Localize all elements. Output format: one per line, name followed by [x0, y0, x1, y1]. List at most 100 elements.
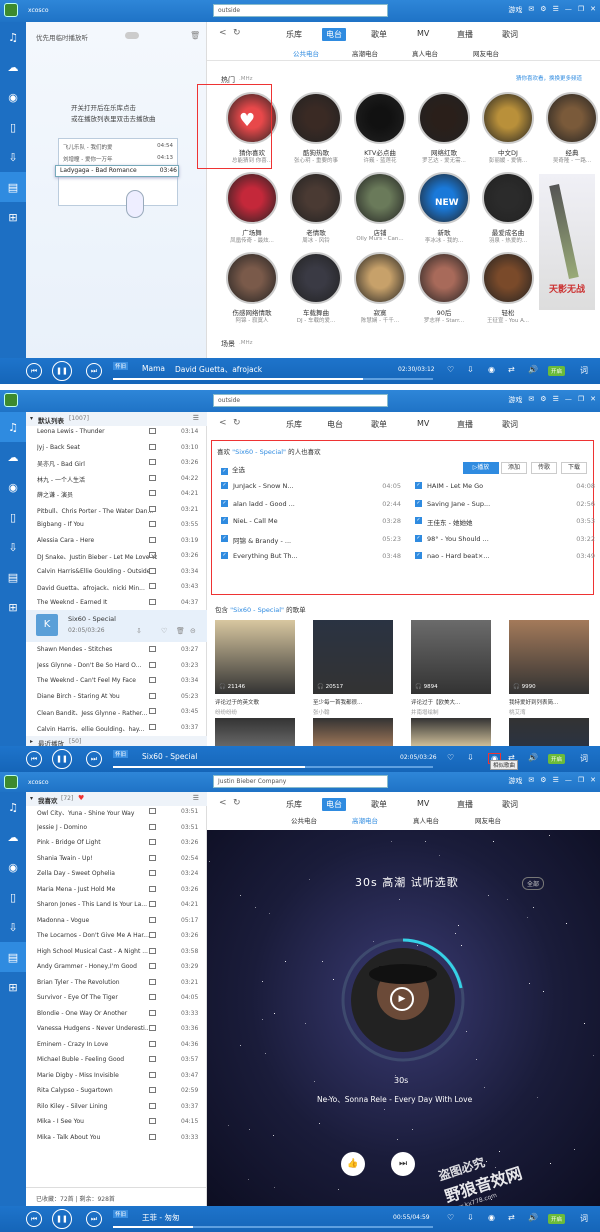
refresh-icon[interactable]: ↻: [233, 28, 241, 38]
mail-icon[interactable]: ✉: [528, 395, 534, 405]
tab-mv[interactable]: MV: [417, 799, 429, 808]
like-icon[interactable]: 👍: [341, 1152, 365, 1176]
search-input[interactable]: Justin Bieber Company: [213, 775, 388, 788]
ad-banner[interactable]: 天影无战: [539, 174, 595, 310]
tab-playlist[interactable]: 歌单: [371, 799, 387, 810]
prev-icon[interactable]: ⏮: [26, 751, 42, 767]
table-row[interactable]: Mika - I See You 04:15: [26, 1114, 207, 1130]
cloud-icon[interactable]: ☁: [0, 822, 26, 852]
subtab-climax[interactable]: 高潮电台: [352, 815, 378, 825]
pause-icon[interactable]: ❚❚: [52, 361, 72, 381]
list-icon[interactable]: ▤: [0, 942, 26, 972]
restore-icon[interactable]: ❐: [578, 5, 584, 15]
phone-icon[interactable]: ▯: [0, 882, 26, 912]
channel-cover[interactable]: [290, 172, 342, 224]
song-artist[interactable]: David Guetta、afrojack: [175, 364, 262, 375]
channel-cover[interactable]: [354, 92, 406, 144]
album-cover[interactable]: [215, 718, 295, 748]
song-item[interactable]: ✓ JunJack - Snow N... 04:05: [221, 478, 401, 495]
album-user[interactable]: 张小翰: [313, 708, 330, 716]
album-user[interactable]: 纷纷纷纷: [215, 708, 237, 716]
table-row[interactable]: Owl City、Yuna - Shine Your Way 03:51: [26, 804, 207, 820]
tab-library[interactable]: 乐库: [286, 29, 302, 40]
playing-row[interactable]: K Six60 - Special 02:05/03:26 ⇩ ♡ 🗑 ⊝: [26, 610, 207, 642]
repeat-icon[interactable]: ⇄: [508, 365, 515, 374]
album-cover[interactable]: [411, 718, 491, 748]
all-filter[interactable]: 全部: [522, 877, 545, 890]
progress-bar[interactable]: [113, 378, 433, 380]
refresh-icon[interactable]: ↻: [233, 798, 241, 808]
tab-library[interactable]: 乐库: [286, 419, 302, 430]
song-item[interactable]: ✓ 王佳东 - 她她她 03:53: [415, 513, 595, 530]
next-icon[interactable]: ⏭: [86, 751, 102, 767]
album-user[interactable]: 桃艾湾: [509, 708, 526, 716]
similar-icon[interactable]: ◉: [488, 1213, 495, 1222]
tab-playlist[interactable]: 歌单: [371, 29, 387, 40]
subtab-public[interactable]: 公共电台: [293, 48, 319, 58]
trash-icon[interactable]: 🗑: [176, 627, 185, 635]
sound-on-badge[interactable]: 开启: [548, 1214, 566, 1224]
album-cover[interactable]: [411, 620, 491, 694]
mail-icon[interactable]: ✉: [528, 776, 534, 786]
list-icon[interactable]: ▤: [0, 562, 26, 592]
subtab-real[interactable]: 真人电台: [412, 48, 438, 58]
minimize-icon[interactable]: —: [565, 776, 572, 786]
play-button[interactable]: ▷播放: [463, 462, 499, 474]
table-row[interactable]: 林九 - 一个人生活 04:22: [26, 471, 207, 487]
close-icon[interactable]: ✕: [590, 776, 596, 786]
radio-icon[interactable]: ◉: [0, 852, 26, 882]
play-mode[interactable]: 怀旧: [113, 750, 129, 758]
cloud-icon[interactable]: ☁: [0, 442, 26, 472]
channel-cover[interactable]: [354, 252, 406, 304]
select-all[interactable]: ✓ 全选: [221, 464, 245, 475]
channel-cover[interactable]: [290, 252, 342, 304]
download-button[interactable]: 下载: [561, 462, 587, 474]
channel-cover[interactable]: [482, 252, 534, 304]
album-title[interactable]: 至少每一首我都很...: [313, 698, 362, 706]
table-row[interactable]: Eminem - Crazy In Love 04:36: [26, 1037, 207, 1053]
volume-icon[interactable]: 🔊: [528, 365, 538, 374]
table-row[interactable]: Bigbang - If You 03:55: [26, 517, 207, 533]
table-row[interactable]: Brian Tyler - The Revolution 03:21: [26, 975, 207, 991]
channel-cover[interactable]: [354, 172, 406, 224]
more-icon[interactable]: ⊝: [190, 627, 196, 635]
tab-lyrics[interactable]: 歌词: [502, 799, 518, 810]
album-cover[interactable]: [509, 620, 589, 694]
table-row[interactable]: The Weeknd - Earned It 04:37: [26, 595, 207, 611]
game-icon[interactable]: 游戏: [508, 5, 522, 15]
channel-cover[interactable]: [226, 252, 278, 304]
menu-icon[interactable]: ☰: [553, 776, 559, 786]
song-item[interactable]: ✓ Saving Jane - Sup... 02:56: [415, 496, 595, 513]
phone-icon[interactable]: ▯: [0, 502, 26, 532]
like-song[interactable]: "Six60 - Special": [232, 448, 286, 456]
pause-icon[interactable]: ❚❚: [52, 749, 72, 769]
table-row[interactable]: Calvin Harris&Ellie Goulding - Outside 0…: [26, 564, 207, 580]
table-row[interactable]: Shania Twain - Up! 02:54: [26, 851, 207, 867]
table-row[interactable]: Rita Calypso - Sugartown 02:59: [26, 1083, 207, 1099]
search-input[interactable]: outside: [213, 4, 388, 17]
play-mode[interactable]: 怀旧: [113, 362, 129, 370]
play-icon[interactable]: ▶: [390, 987, 414, 1011]
menu-icon[interactable]: ☰: [193, 794, 199, 802]
repeat-icon[interactable]: ⇄: [508, 1213, 515, 1222]
tab-live[interactable]: 直播: [457, 29, 473, 40]
heart-icon[interactable]: ♡: [161, 627, 167, 635]
restore-icon[interactable]: ❐: [578, 395, 584, 405]
heart-icon[interactable]: ♡: [447, 1213, 454, 1222]
add-button[interactable]: 添加: [501, 462, 527, 474]
table-row[interactable]: Leona Lewis - Thunder 03:14: [26, 424, 207, 440]
share-button[interactable]: 传歌: [531, 462, 557, 474]
subtab-fans[interactable]: 网友电台: [473, 48, 499, 58]
play-mode[interactable]: 怀旧: [113, 1210, 129, 1218]
prev-icon[interactable]: ⏮: [26, 1211, 42, 1227]
album-title[interactable]: 评论过于【欧美大...: [411, 698, 460, 706]
table-row[interactable]: Madonna - Vogue 05:17: [26, 913, 207, 929]
game-icon[interactable]: 游戏: [508, 776, 522, 786]
tab-lyrics[interactable]: 歌词: [502, 29, 518, 40]
album-cover[interactable]: [313, 718, 393, 748]
gear-icon[interactable]: ⚙: [540, 5, 546, 15]
table-row[interactable]: The Locarnos - Don't Give Me A Har... 03…: [26, 928, 207, 944]
volume-icon[interactable]: 🔊: [528, 753, 538, 762]
table-row[interactable]: 吴亦凡 - Bad Girl 03:26: [26, 455, 207, 471]
search-input[interactable]: outside: [213, 394, 388, 407]
